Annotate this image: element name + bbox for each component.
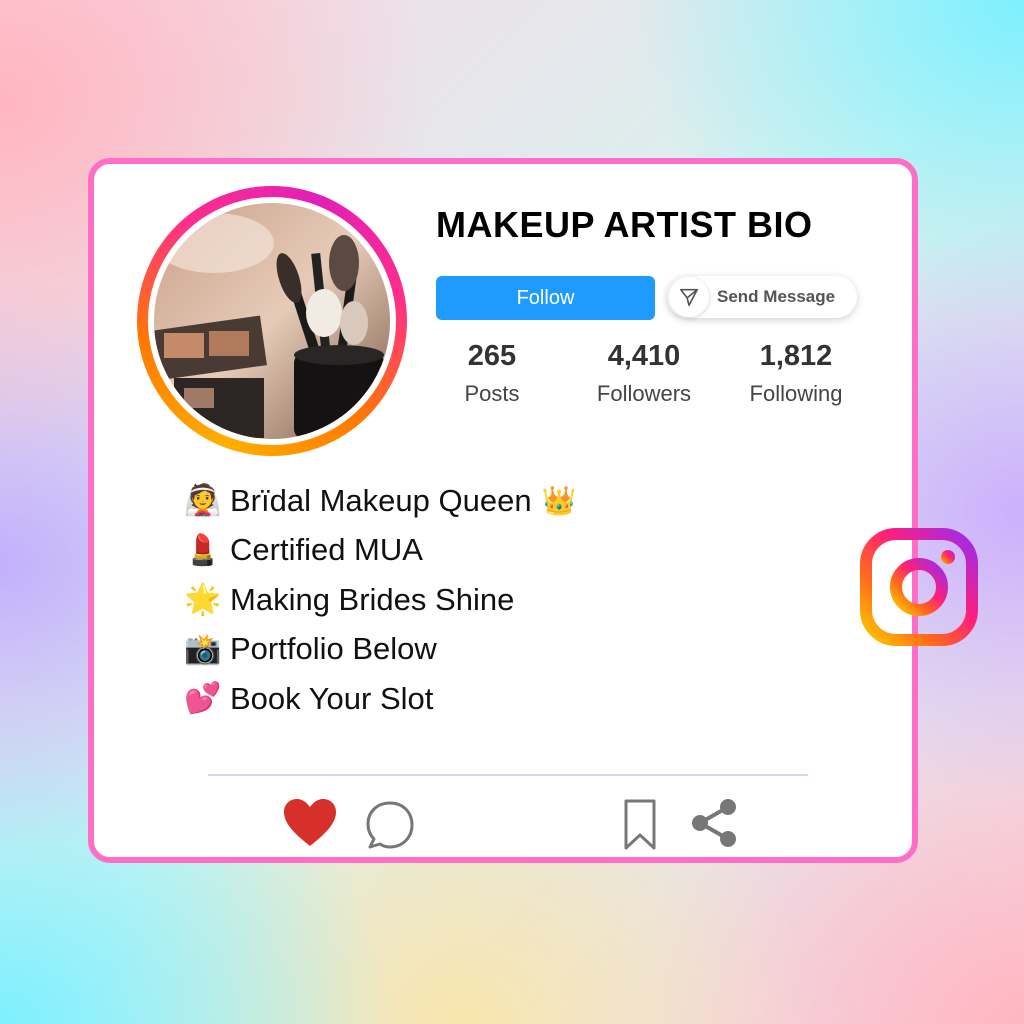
stat-following[interactable]: 1,812 Following — [716, 340, 876, 407]
bio-text: Making Brides Shine — [230, 581, 515, 617]
paper-plane-icon — [669, 277, 709, 317]
stat-posts-value: 265 — [467, 340, 517, 372]
send-message-label: Send Message — [717, 287, 836, 306]
avatar — [154, 203, 390, 439]
divider — [208, 774, 808, 776]
follow-button[interactable]: Follow — [436, 276, 655, 320]
avatar-story-ring[interactable] — [137, 186, 407, 456]
bio-line: 📸 Portfolio Below — [184, 625, 576, 675]
bio: 👰 Brïdal Makeup Queen 👑 💄 Certified MUA … — [184, 476, 576, 724]
stat-followers-value: 4,410 — [607, 340, 681, 372]
bookmark-icon[interactable] — [622, 798, 658, 857]
lipstick-icon: 💄 — [184, 533, 222, 567]
profile-title: MAKEUP ARTIST BIO — [436, 204, 813, 245]
stat-following-label: Following — [749, 381, 843, 406]
instagram-icon — [860, 528, 978, 646]
bio-line: 💕 Book Your Slot — [184, 674, 576, 724]
heart-icon[interactable] — [282, 798, 338, 853]
stat-followers-label: Followers — [596, 381, 692, 406]
crown-icon: 👑 — [541, 485, 577, 517]
bio-line: 💄 Certified MUA — [184, 526, 576, 576]
bio-text: Portfolio Below — [230, 631, 437, 667]
bio-line: 🌟 Making Brides Shine — [184, 575, 576, 625]
star-icon: 🌟 — [184, 583, 222, 617]
stat-following-value: 1,812 — [759, 340, 833, 372]
stat-followers[interactable]: 4,410 Followers — [564, 340, 724, 407]
bio-text: Certified MUA — [230, 532, 423, 568]
stat-posts[interactable]: 265 Posts — [412, 340, 572, 407]
send-message-button[interactable]: Send Message — [667, 276, 857, 318]
bio-text: Brïdal Makeup Queen — [230, 482, 532, 518]
camera-flash-icon: 📸 — [184, 632, 222, 666]
two-hearts-icon: 💕 — [184, 682, 222, 716]
comment-icon[interactable] — [364, 799, 416, 856]
bio-text: Book Your Slot — [230, 680, 434, 716]
share-icon[interactable] — [688, 796, 740, 855]
stat-posts-label: Posts — [464, 381, 520, 406]
profile-card: MAKEUP ARTIST BIO Follow Send Message 26… — [88, 158, 918, 863]
bride-icon: 👰 — [184, 484, 222, 518]
bio-line: 👰 Brïdal Makeup Queen 👑 — [184, 476, 576, 526]
